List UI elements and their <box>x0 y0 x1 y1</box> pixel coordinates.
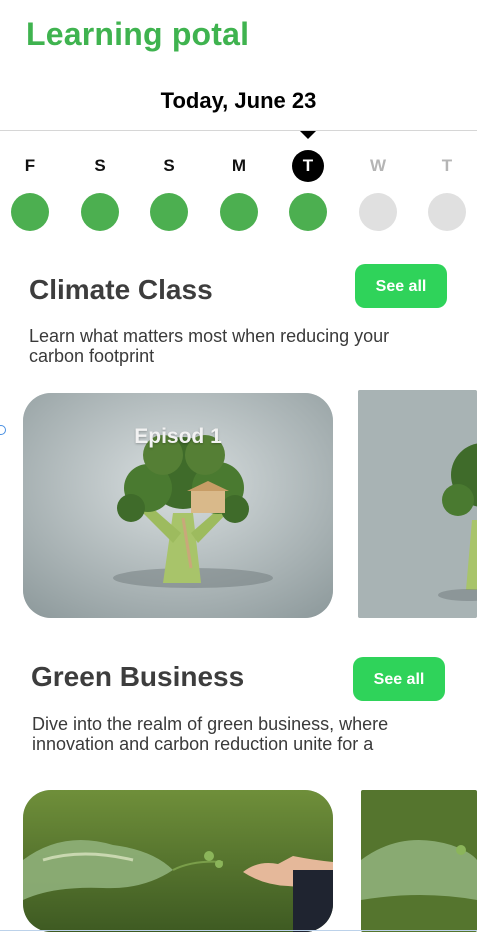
description-line: innovation and carbon reduction unite fo… <box>32 734 374 754</box>
day-monday[interactable]: M <box>219 148 259 238</box>
day-progress-dot <box>81 193 119 231</box>
description-line: Learn what matters most when reducing yo… <box>29 326 390 346</box>
scroll-handle-icon[interactable] <box>0 425 6 435</box>
section-description: Learn what matters most when reducing yo… <box>29 326 389 366</box>
day-progress-dot <box>359 193 397 231</box>
day-letter: T <box>441 156 453 175</box>
see-all-climate-class-button[interactable]: See all <box>355 264 447 308</box>
day-tuesday-current[interactable]: T <box>288 148 328 238</box>
day-letter: S <box>94 156 106 175</box>
nature-handshake-image <box>361 790 477 932</box>
week-strip: F S S M T W T <box>0 148 477 238</box>
app-title: Learning potal <box>26 16 250 52</box>
description-line: Dive into the realm of green business, w… <box>32 714 389 734</box>
day-progress-dot <box>428 193 466 231</box>
section-description: Dive into the realm of green business, w… <box>32 714 388 754</box>
bottom-divider <box>0 930 477 931</box>
day-letter: S <box>163 156 175 175</box>
day-wednesday[interactable]: W <box>358 148 398 238</box>
day-saturday[interactable]: S <box>80 148 120 238</box>
day-progress-dot <box>150 193 188 231</box>
description-line: carbon footprint <box>29 346 155 366</box>
day-letter: T <box>292 150 324 182</box>
day-thursday[interactable]: T <box>427 148 467 238</box>
section-title-green-business: Green Business <box>31 661 245 692</box>
nature-handshake-image <box>23 790 333 932</box>
episode-card[interactable]: Episod 1 <box>23 393 333 618</box>
date-label: Today, June 23 <box>160 88 317 113</box>
section-title-climate-class: Climate Class <box>29 274 213 305</box>
day-progress-dot <box>289 193 327 231</box>
day-letter: M <box>231 156 247 175</box>
day-letter: W <box>369 156 387 175</box>
see-all-green-business-button[interactable]: See all <box>353 657 445 701</box>
episode-card[interactable] <box>361 790 477 932</box>
day-progress-dot <box>11 193 49 231</box>
current-day-pointer-icon <box>300 131 316 139</box>
broccoli-treehouse-image <box>358 390 477 618</box>
date-divider <box>0 130 477 131</box>
episode-label: Episod 1 <box>134 425 222 448</box>
episode-card[interactable] <box>23 790 333 932</box>
day-letter: F <box>24 156 36 175</box>
day-friday[interactable]: F <box>10 148 50 238</box>
day-sunday[interactable]: S <box>149 148 189 238</box>
day-progress-dot <box>220 193 258 231</box>
episode-card[interactable] <box>358 390 477 618</box>
